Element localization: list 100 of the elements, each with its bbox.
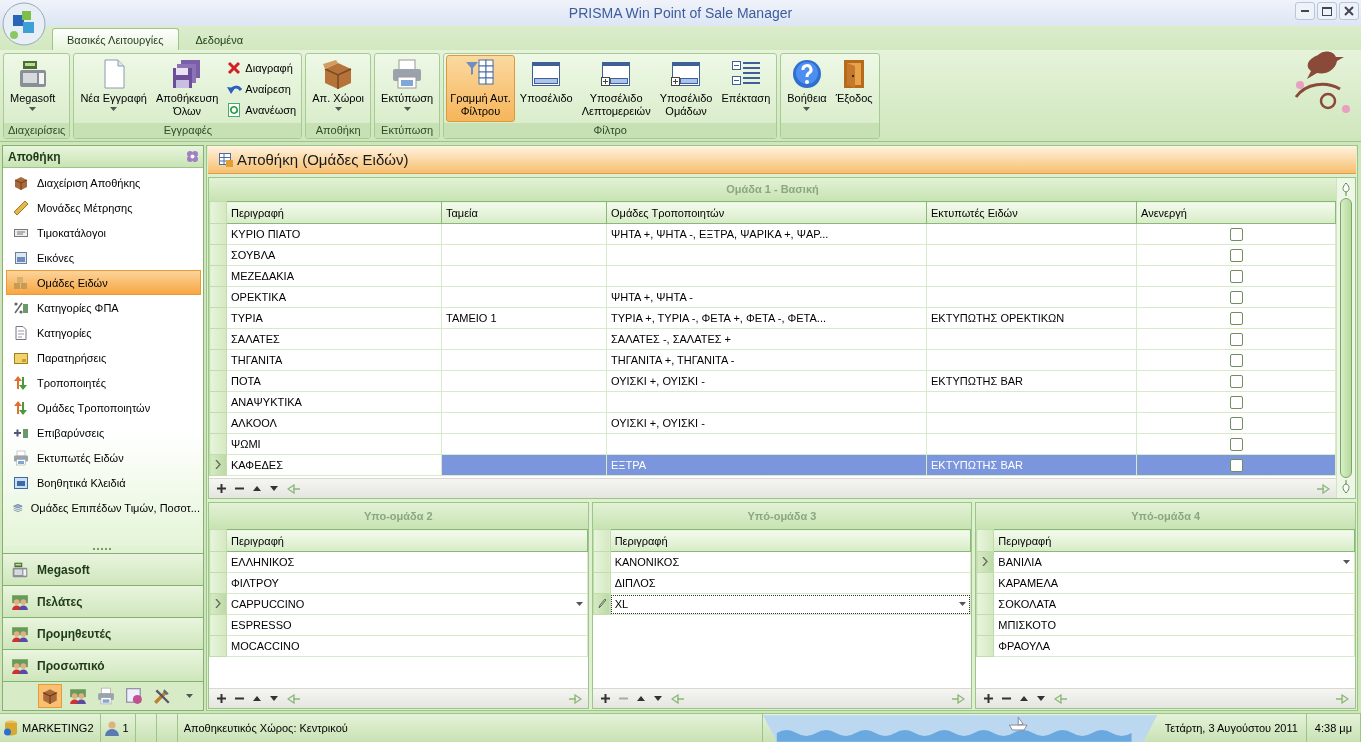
flower-icon[interactable] bbox=[186, 150, 199, 163]
sidebar-item[interactable]: Ομάδες Ειδών bbox=[6, 270, 201, 295]
ribbon-button[interactable]: Ανανέωση bbox=[223, 99, 300, 120]
ribbon-tab[interactable]: Δεδομένα bbox=[180, 28, 259, 50]
checkbox[interactable] bbox=[1229, 332, 1243, 346]
move-up-icon[interactable] bbox=[636, 696, 645, 701]
table-cell: ΤΗΓΑΝΙΤΑ bbox=[226, 349, 442, 371]
checkbox[interactable] bbox=[1229, 290, 1243, 304]
close-button[interactable] bbox=[1339, 2, 1359, 20]
sidebar-item[interactable]: Κατηγορίες bbox=[6, 320, 201, 345]
scroll-left-icon[interactable] bbox=[287, 693, 301, 704]
move-down-icon[interactable] bbox=[653, 696, 662, 701]
scroll-right-icon[interactable] bbox=[951, 693, 966, 704]
ribbon-button[interactable]: Megasoft bbox=[6, 55, 60, 122]
checkbox[interactable] bbox=[1229, 248, 1243, 262]
table-cell[interactable]: ΒΑΝΙΛΙΑ bbox=[993, 551, 1355, 573]
sidebar-item[interactable]: Τροποποιητές bbox=[6, 370, 201, 395]
scroll-down-icon[interactable] bbox=[1340, 480, 1352, 494]
sidebar-item[interactable]: Εκτυπωτές Ειδών bbox=[6, 445, 201, 470]
row-header[interactable] bbox=[209, 593, 227, 615]
checkbox[interactable] bbox=[1229, 311, 1243, 325]
move-up-icon[interactable] bbox=[253, 696, 261, 701]
ribbon-button[interactable]: Διαγραφή bbox=[223, 57, 300, 78]
row-header[interactable] bbox=[209, 454, 227, 476]
sidebar-item[interactable]: Ομάδες Επιπέδων Τιμών, Ποσοτ... bbox=[6, 495, 201, 520]
checkbox[interactable] bbox=[1229, 353, 1243, 367]
overflow-caret-icon[interactable] bbox=[186, 694, 193, 698]
add-icon[interactable] bbox=[984, 694, 994, 703]
sidebar-item[interactable]: Παρατηρήσεις bbox=[6, 345, 201, 370]
sidebar-item[interactable]: Κατηγορίες ΦΠΑ bbox=[6, 295, 201, 320]
row-header[interactable] bbox=[593, 593, 611, 615]
section-button[interactable]: Πελάτες bbox=[3, 585, 203, 617]
checkbox[interactable] bbox=[1229, 395, 1243, 409]
table-cell: ΨΩΜΙ bbox=[226, 433, 442, 455]
grid-caption: Υπο-ομάδα 2 bbox=[209, 503, 588, 529]
checkbox[interactable] bbox=[1229, 227, 1243, 241]
maximize-button[interactable] bbox=[1317, 2, 1337, 20]
table-cell: ΚΥΡΙΟ ΠΙΑΤΟ bbox=[226, 223, 442, 245]
ribbon-button[interactable]: Γραμμή Αυτ. Φίλτρου bbox=[446, 55, 515, 122]
move-up-icon[interactable] bbox=[253, 486, 261, 491]
ribbon-button[interactable]: Βοήθεια bbox=[783, 55, 831, 122]
ribbon-button[interactable]: Αποθήκευση Όλων bbox=[151, 55, 223, 122]
column-header[interactable]: Περιγραφή bbox=[610, 529, 971, 552]
section-button[interactable]: Προσωπικό bbox=[3, 649, 203, 681]
scrollbar-thumb[interactable] bbox=[1340, 198, 1352, 478]
scroll-left-icon[interactable] bbox=[670, 693, 685, 704]
checkbox[interactable] bbox=[1229, 416, 1243, 430]
picture-icon bbox=[13, 249, 29, 266]
ribbon-button[interactable]: Απ. Χώροι bbox=[308, 55, 369, 122]
checkbox[interactable] bbox=[1229, 458, 1243, 472]
column-header[interactable]: Ομάδες Τροποποιητών bbox=[606, 201, 927, 224]
add-icon[interactable] bbox=[217, 694, 226, 703]
ribbon-tab[interactable]: Βασικές Λειτουργίες bbox=[52, 28, 179, 50]
scroll-up-icon[interactable] bbox=[1340, 182, 1352, 196]
scroll-left-icon[interactable] bbox=[287, 483, 301, 494]
add-icon[interactable] bbox=[217, 484, 226, 493]
column-header[interactable]: Εκτυπωτές Ειδών bbox=[926, 201, 1137, 224]
move-down-icon[interactable] bbox=[270, 486, 278, 491]
scroll-left-icon[interactable] bbox=[1054, 693, 1069, 704]
column-header[interactable]: Ταμεία bbox=[441, 201, 607, 224]
column-header[interactable]: Περιγραφή bbox=[226, 201, 442, 224]
section-button[interactable]: Προμηθευτές bbox=[3, 617, 203, 649]
ribbon-button[interactable]: Υποσέλιδο Ομάδων bbox=[655, 55, 717, 122]
splitter-grip-icon[interactable] bbox=[93, 548, 113, 551]
sidebar-item[interactable]: Ομάδες Τροποποιητών bbox=[6, 395, 201, 420]
minimize-button[interactable] bbox=[1295, 2, 1315, 20]
sidebar-item[interactable]: Επιβαρύνσεις bbox=[6, 420, 201, 445]
checkbox[interactable] bbox=[1229, 374, 1243, 388]
row-header[interactable] bbox=[976, 551, 994, 573]
column-header[interactable]: Περιγραφή bbox=[993, 529, 1355, 552]
move-down-icon[interactable] bbox=[270, 696, 278, 701]
table-cell[interactable]: CAPPUCCINO bbox=[226, 593, 588, 615]
checkbox[interactable] bbox=[1229, 437, 1243, 451]
move-down-icon[interactable] bbox=[1037, 696, 1046, 701]
scroll-right-icon[interactable] bbox=[1316, 483, 1330, 494]
sidebar-item[interactable]: Τιμοκατάλογοι bbox=[6, 220, 201, 245]
scroll-right-icon[interactable] bbox=[1335, 693, 1349, 704]
section-button[interactable]: Megasoft bbox=[3, 553, 203, 585]
arrows-icon bbox=[13, 374, 29, 391]
column-header[interactable]: Περιγραφή bbox=[226, 529, 588, 552]
pane-button[interactable] bbox=[38, 684, 62, 708]
ribbon-button[interactable]: Υποσέλιδο Λεπτομερειών bbox=[577, 55, 655, 122]
sidebar-item[interactable]: Μονάδες Μέτρησης bbox=[6, 195, 201, 220]
ribbon-button[interactable]: Έξοδος bbox=[831, 55, 877, 122]
add-icon[interactable] bbox=[600, 694, 610, 703]
ribbon-button[interactable]: Εκτύπωση bbox=[377, 55, 438, 122]
box-icon bbox=[41, 687, 59, 705]
sidebar-item[interactable]: Διαχείριση Αποθήκης bbox=[6, 170, 201, 195]
sidebar-item[interactable]: Βοηθητικά Κλειδιά bbox=[6, 470, 201, 495]
table-cell[interactable]: XL bbox=[610, 593, 971, 615]
checkbox[interactable] bbox=[1229, 269, 1243, 283]
ribbon-button[interactable]: Νέα Εγγραφή bbox=[76, 55, 151, 122]
move-up-icon[interactable] bbox=[1020, 696, 1029, 701]
scroll-right-icon[interactable] bbox=[567, 693, 582, 704]
ribbon-button[interactable]: Υποσέλιδο bbox=[515, 55, 577, 122]
ribbon-button[interactable]: Επέκταση bbox=[717, 55, 775, 122]
column-header[interactable]: Ανενεργή bbox=[1136, 201, 1336, 224]
sidebar-item[interactable]: Εικόνες bbox=[6, 245, 201, 270]
table-cell: ΤΥΡΙΑ +, ΤΥΡΙΑ -, ΦΕΤΑ +, ΦΕΤΑ -, ΦΕΤΑ... bbox=[606, 307, 927, 329]
ribbon-button[interactable]: Αναίρεση bbox=[223, 78, 300, 99]
